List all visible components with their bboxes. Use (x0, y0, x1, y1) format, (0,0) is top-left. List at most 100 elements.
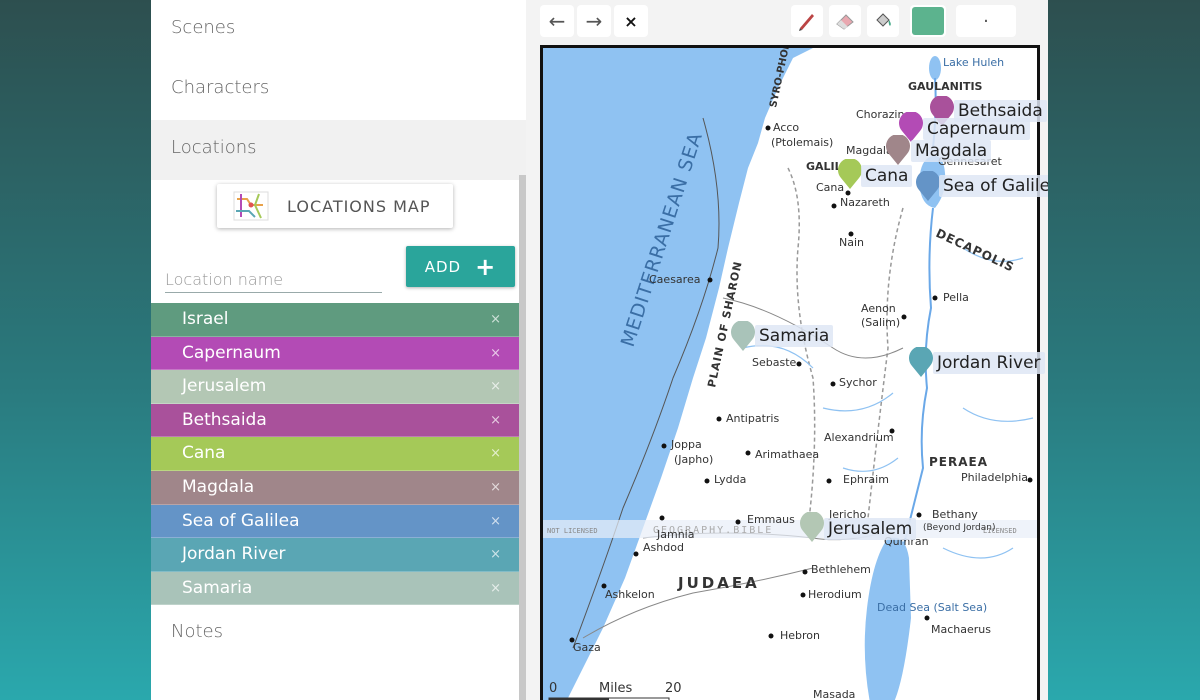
location-label: Capernaum (182, 342, 281, 363)
scale-zero: 0 (549, 681, 557, 696)
fill-tool-button[interactable] (867, 5, 899, 37)
undo-button[interactable]: ← (540, 5, 574, 37)
lake-huleh (929, 56, 941, 80)
sidebar-scrollbar[interactable] (519, 175, 526, 700)
map-pin-icon (838, 158, 862, 189)
place-label: Antipatris (726, 412, 779, 425)
remove-icon[interactable]: × (490, 538, 501, 571)
location-label: Bethsaida (182, 409, 267, 430)
location-list: Israel × Capernaum × Jerusalem × Bethsai… (151, 303, 519, 606)
place-label: Philadelphia (961, 471, 1028, 484)
place-label: Sebaste (752, 356, 797, 369)
place-label: Ashdod (643, 541, 684, 554)
redo-button[interactable]: → (577, 5, 611, 37)
scale-twenty: 20 (665, 681, 682, 696)
map-pin-label: Jerusalem (824, 518, 917, 540)
brush-icon (799, 14, 814, 31)
remove-icon[interactable]: × (490, 572, 501, 605)
location-label: Magdala (182, 476, 255, 497)
place-label: Ephraim (843, 473, 889, 486)
eraser-tool-button[interactable] (829, 5, 861, 37)
svg-text:NOT LICENSED: NOT LICENSED (547, 527, 598, 535)
place-label: (Japho) (674, 453, 713, 466)
remove-icon[interactable]: × (490, 370, 501, 403)
nav-locations[interactable]: Locations (151, 120, 526, 180)
add-location-button[interactable]: ADD + (406, 246, 515, 287)
location-item-bethsaida[interactable]: Bethsaida × (151, 403, 519, 438)
map-pin-icon (886, 134, 910, 165)
map-pin-icon (909, 346, 933, 377)
place-label: Emmaus (747, 513, 795, 526)
map-pin-cana[interactable] (837, 158, 863, 193)
place-label: (Salim) (861, 316, 900, 329)
map-pin-icon (800, 511, 824, 542)
map-canvas-area: ← → × · NOT LICENSED GEOGRAPHY.BIBLE LIC… (526, 0, 1048, 700)
map-pin-label: Samaria (755, 325, 834, 347)
location-item-israel[interactable]: Israel × (151, 303, 519, 337)
brush-tool-button[interactable] (791, 5, 823, 37)
map-pin-sea-of-galilea[interactable] (915, 170, 941, 205)
map-pin-icon (916, 170, 940, 201)
region-peraea: PERAEA (929, 455, 988, 469)
map-pin-samaria[interactable] (730, 320, 756, 355)
location-label: Cana (182, 443, 226, 464)
active-color-swatch (912, 7, 944, 35)
locations-map-label: LOCATIONS MAP (287, 196, 431, 216)
location-item-magdala[interactable]: Magdala × (151, 470, 519, 505)
place-label: Lake Huleh (943, 56, 1004, 69)
map-icon (233, 191, 269, 221)
locations-map-button[interactable]: LOCATIONS MAP (217, 184, 453, 228)
close-button[interactable]: × (614, 5, 648, 37)
map-pin-icon (731, 320, 755, 351)
plus-icon: + (475, 252, 497, 281)
location-label: Samaria (182, 577, 253, 598)
map-pin-magdala[interactable] (885, 134, 911, 169)
place-label: Arimathaea (755, 448, 819, 461)
remove-icon[interactable]: × (490, 471, 501, 504)
nav-characters[interactable]: Characters (151, 60, 526, 120)
map-pin-label: Jordan River (933, 352, 1045, 374)
place-label: (Beyond Jordan) (923, 523, 995, 533)
place-label: Acco (773, 121, 799, 134)
region-judaea: JUDAEA (677, 574, 760, 592)
place-label: Joppa (670, 438, 702, 451)
place-label: Gaza (573, 641, 601, 654)
remove-icon[interactable]: × (490, 437, 501, 470)
eraser-icon (836, 14, 854, 30)
location-name-input[interactable] (165, 266, 382, 293)
region-gaulanitis: GAULANITIS (908, 80, 983, 93)
remove-icon[interactable]: × (490, 505, 501, 538)
map-pin-label: Cana (861, 165, 913, 187)
place-label: Ashkelon (605, 588, 655, 601)
place-label: Aenon (861, 302, 896, 315)
location-item-cana[interactable]: Cana × (151, 437, 519, 471)
remove-icon[interactable]: × (490, 404, 501, 437)
place-label: Pella (943, 291, 969, 304)
color-picker-button[interactable] (910, 5, 946, 37)
location-label: Jordan River (182, 544, 286, 565)
location-item-samaria[interactable]: Samaria × (151, 571, 519, 606)
location-item-capernaum[interactable]: Capernaum × (151, 336, 519, 371)
place-label: Caesarea (649, 273, 700, 286)
location-label: Israel (182, 309, 229, 329)
place-label: Alexandrium (824, 431, 894, 444)
scale-unit: Miles (599, 681, 632, 696)
map-pin-label: Capernaum (923, 118, 1030, 140)
location-item-sea-of-galilea[interactable]: Sea of Galilea × (151, 504, 519, 539)
nav-notes[interactable]: Notes (151, 604, 519, 664)
remove-icon[interactable]: × (490, 337, 501, 370)
location-label: Jerusalem (182, 376, 267, 397)
map-pin-jerusalem[interactable] (799, 511, 825, 546)
nav-scenes[interactable]: Scenes (151, 0, 526, 60)
place-label: Jamnia (656, 528, 694, 541)
location-item-jordan-river[interactable]: Jordan River × (151, 538, 519, 572)
map-pin-jordan-river[interactable] (908, 346, 934, 381)
paint-bucket-icon (876, 13, 891, 27)
brush-size-button[interactable]: · (956, 5, 1016, 37)
place-label: Machaerus (931, 623, 991, 636)
place-label: Herodium (808, 588, 862, 601)
location-item-jerusalem[interactable]: Jerusalem × (151, 370, 519, 404)
add-button-label: ADD (424, 257, 462, 276)
remove-icon[interactable]: × (490, 303, 501, 336)
place-label: Nain (839, 236, 864, 249)
